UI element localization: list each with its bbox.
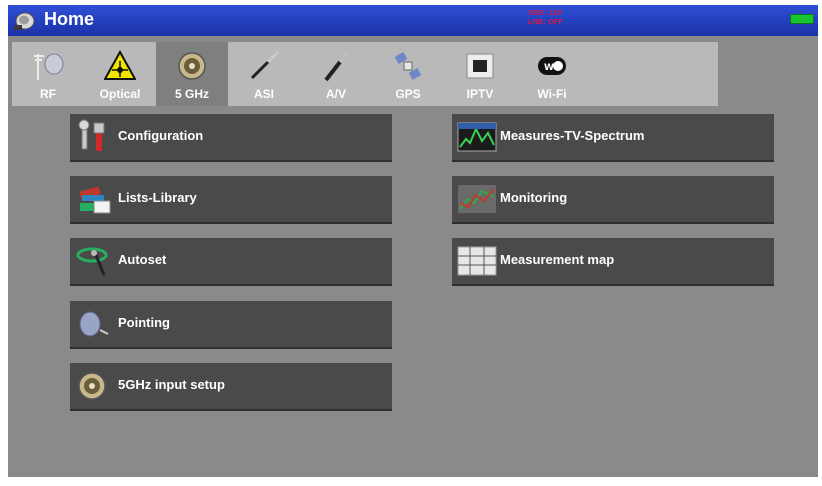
- menu-label: Pointing: [118, 315, 170, 330]
- tab-bar: RF Optical 5 GHz ASI A/V GPS IPTV Wi Wi-…: [12, 42, 718, 106]
- menu-label: 5GHz input setup: [118, 377, 225, 392]
- ethernet-port-icon: [466, 53, 494, 79]
- tab-label: ASI: [253, 87, 274, 101]
- connector-icon: [78, 372, 106, 400]
- satellite-icon: [394, 52, 422, 80]
- monitoring-button[interactable]: Monitoring: [452, 176, 774, 224]
- title-bar: Home VBO: 12V LNB: OFF: [8, 5, 818, 36]
- status-lnb: LNB: OFF: [528, 19, 564, 26]
- device-screen: Home VBO: 12V LNB: OFF RF Optical 5 GHz …: [8, 5, 818, 477]
- tab-label: RF: [40, 87, 56, 101]
- tab-iptv[interactable]: IPTV: [444, 42, 516, 106]
- laser-warning-icon: [104, 50, 136, 80]
- tab-label: IPTV: [466, 87, 494, 101]
- tab-label: A/V: [325, 87, 346, 101]
- tab-gps[interactable]: GPS: [372, 42, 444, 106]
- tab-label: 5 GHz: [174, 87, 209, 101]
- measures-tv-spectrum-button[interactable]: Measures-TV-Spectrum: [452, 114, 774, 162]
- menu-label: Autoset: [118, 252, 167, 267]
- tab-av[interactable]: A/V: [300, 42, 372, 106]
- measurement-map-button[interactable]: Measurement map: [452, 238, 774, 286]
- av-cable-icon: [324, 51, 349, 82]
- status-readout: VBO: 12V LNB: OFF: [528, 9, 563, 27]
- autoset-button[interactable]: Autoset: [70, 238, 392, 286]
- monitoring-graph-icon: [458, 185, 496, 213]
- tab-rf[interactable]: RF: [12, 42, 84, 106]
- tools-icon: [78, 119, 105, 151]
- menu-label: Configuration: [118, 128, 204, 143]
- configuration-button[interactable]: Configuration: [70, 114, 392, 162]
- pointing-button[interactable]: Pointing: [70, 301, 392, 349]
- battery-indicator: [790, 14, 814, 24]
- tab-label: GPS: [395, 87, 421, 101]
- map-grid-icon: [457, 246, 497, 276]
- tab-optical[interactable]: Optical: [84, 42, 156, 106]
- page-title: Home: [44, 9, 95, 29]
- connector-icon: [178, 52, 206, 80]
- menu-label: Lists-Library: [118, 190, 197, 205]
- status-vbo: VBO: 12V: [528, 10, 563, 17]
- tab-asi[interactable]: ASI: [228, 42, 300, 106]
- tab-wifi[interactable]: Wi Wi-Fi: [516, 42, 588, 106]
- menu-label: Measurement map: [500, 252, 615, 267]
- dish-pointing-icon: [79, 311, 109, 337]
- spectrum-icon: [457, 122, 497, 152]
- asi-cable-icon: [250, 50, 280, 80]
- antenna-icon: [34, 53, 64, 80]
- 5ghz-input-setup-button[interactable]: 5GHz input setup: [70, 363, 392, 411]
- tab-5ghz[interactable]: 5 GHz: [156, 42, 228, 106]
- tab-label: Optical: [99, 87, 141, 101]
- menu-label: Monitoring: [500, 190, 568, 205]
- menu-label: Measures-TV-Spectrum: [500, 128, 645, 143]
- lists-library-button[interactable]: Lists-Library: [70, 176, 392, 224]
- library-icon: [79, 186, 111, 214]
- autoset-dish-icon: [76, 247, 108, 276]
- home-dish-icon[interactable]: [12, 10, 36, 32]
- tab-label: Wi-Fi: [537, 87, 567, 101]
- wifi-icon: Wi: [538, 57, 566, 75]
